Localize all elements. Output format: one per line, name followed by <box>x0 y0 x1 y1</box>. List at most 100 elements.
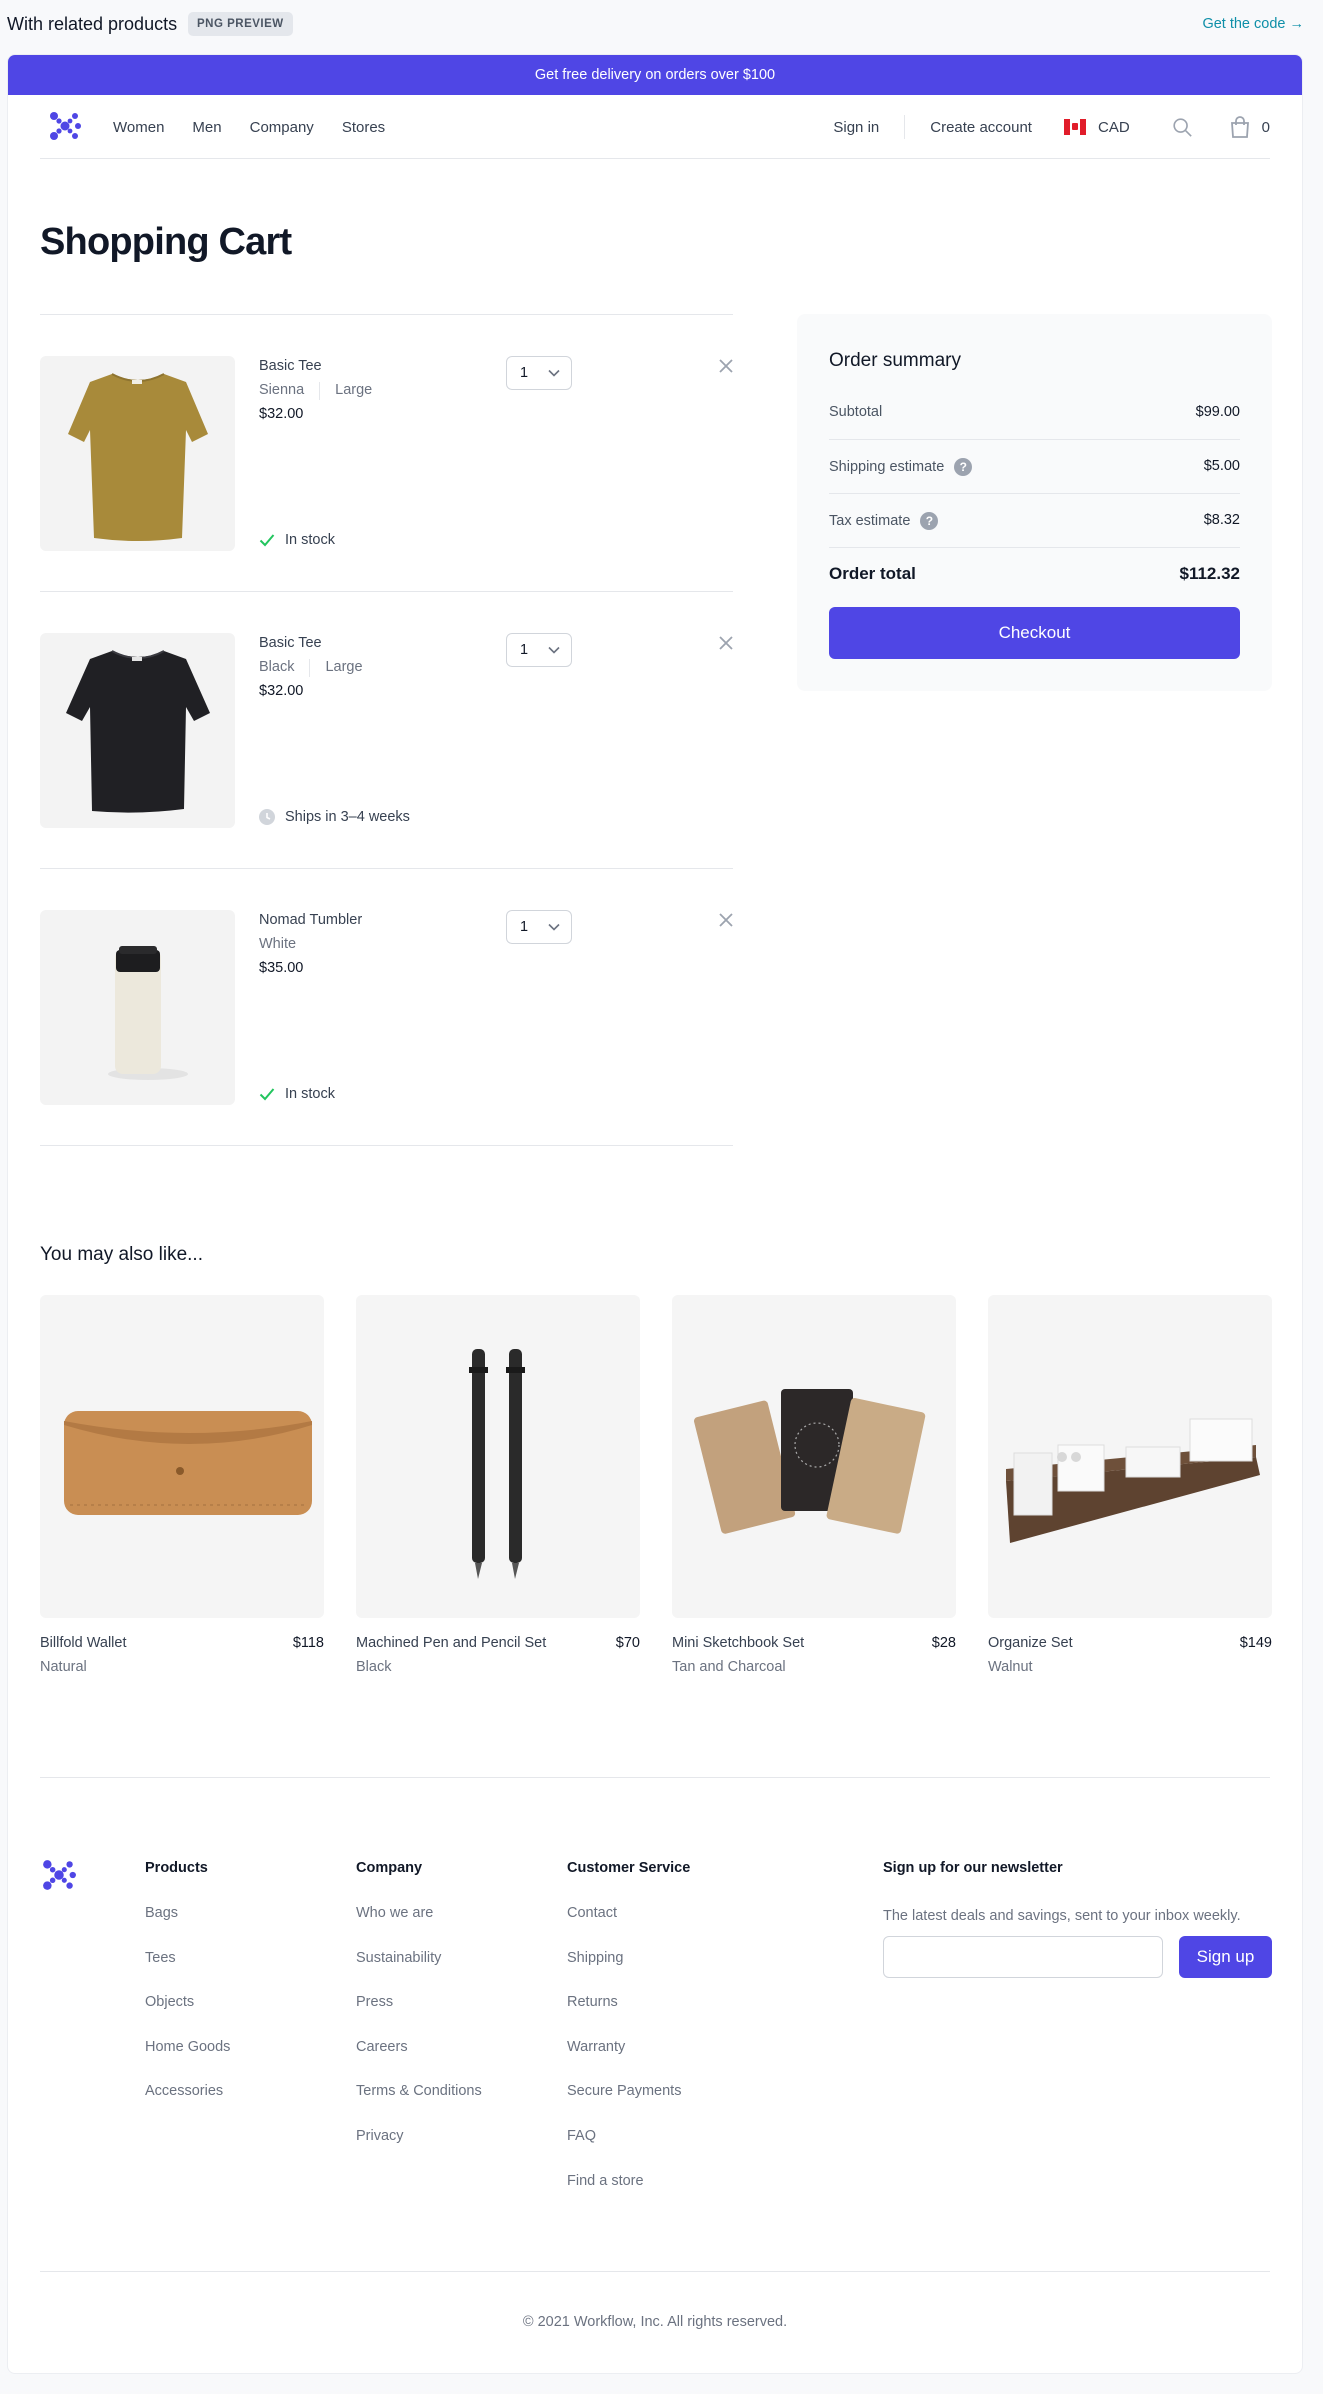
close-icon[interactable] <box>719 913 733 927</box>
footer-link[interactable]: Objects <box>145 1994 230 2039</box>
cart-item: Nomad Tumbler White $35.00 1 In stock <box>40 868 733 1145</box>
footer-link[interactable]: Accessories <box>145 2083 230 2128</box>
footer-link[interactable]: Find a store <box>567 2173 690 2218</box>
product-name[interactable]: Basic Tee <box>259 635 322 651</box>
related-product-name[interactable]: Machined Pen and Pencil Set <box>356 1635 546 1651</box>
footer-column-title: Customer Service <box>567 1860 691 1876</box>
nav-link-company[interactable]: Company <box>250 119 314 136</box>
quantity-select[interactable]: 1 <box>506 356 572 390</box>
shipping-estimate: Shipping estimate ? <box>829 458 973 476</box>
related-product-card[interactable]: Mini Sketchbook Set $28 Tan and Charcoal <box>672 1295 956 1675</box>
cart-item: Basic Tee Sienna Large $32.00 1 In stock <box>40 314 733 591</box>
nav-link-women[interactable]: Women <box>113 119 164 136</box>
store-page: Get free delivery on orders over $100 Wo… <box>7 54 1303 2374</box>
related-product-name[interactable]: Organize Set <box>988 1635 1073 1651</box>
question-mark-icon[interactable]: ? <box>920 512 939 530</box>
product-image-nomad-tumbler[interactable] <box>40 910 235 1105</box>
footer-link[interactable]: Secure Payments <box>567 2083 690 2128</box>
cart-button[interactable]: 0 <box>1230 116 1270 138</box>
quantity-value: 1 <box>520 919 529 935</box>
footer-link[interactable]: Contact <box>567 1905 690 1950</box>
footer-link[interactable]: Tees <box>145 1950 230 1995</box>
clock-icon <box>259 809 275 825</box>
product-size: Large <box>325 659 363 675</box>
nav-divider <box>904 115 906 139</box>
product-name[interactable]: Nomad Tumbler <box>259 912 362 928</box>
footer-link[interactable]: Privacy <box>356 2128 482 2173</box>
sign-up-button[interactable]: Sign up <box>1179 1936 1272 1978</box>
footer-link[interactable]: Terms & Conditions <box>356 2083 482 2128</box>
product-image-billfold-wallet[interactable] <box>40 1295 324 1618</box>
footer-link[interactable]: Who we are <box>356 1905 482 1950</box>
workflow-logo-icon[interactable] <box>41 1857 77 1893</box>
footer-link[interactable]: Shipping <box>567 1950 690 1995</box>
product-size: Large <box>335 382 373 398</box>
close-icon[interactable] <box>719 636 733 650</box>
tax-estimate: Tax estimate ? <box>829 512 939 530</box>
subtotal-label: Subtotal <box>829 404 883 420</box>
footer-link[interactable]: Bags <box>145 1905 230 1950</box>
nav-link-stores[interactable]: Stores <box>342 119 385 136</box>
stock-status-text: In stock <box>285 532 335 548</box>
cart-item: Basic Tee Black Large $32.00 1 Ships in … <box>40 591 733 868</box>
currency-selector[interactable]: CAD <box>1063 119 1130 136</box>
product-options: Sienna Large <box>259 382 372 400</box>
footer-link[interactable]: Press <box>356 1994 482 2039</box>
chevron-down-icon <box>548 646 560 654</box>
shopping-bag-icon <box>1230 116 1249 138</box>
related-product-card[interactable]: Billfold Wallet $118 Natural <box>40 1295 324 1675</box>
product-color: Black <box>259 659 295 675</box>
stock-status-text: In stock <box>285 1086 335 1102</box>
search-icon[interactable] <box>1171 116 1193 138</box>
footer-link[interactable]: Returns <box>567 1994 690 2039</box>
promo-banner: Get free delivery on orders over $100 <box>8 55 1302 95</box>
order-total-value: $112.32 <box>1179 564 1240 583</box>
footer-link[interactable]: Warranty <box>567 2039 690 2084</box>
footer-link[interactable]: Careers <box>356 2039 482 2084</box>
footer-link[interactable]: Sustainability <box>356 1950 482 1995</box>
checkout-button[interactable]: Checkout <box>829 607 1240 659</box>
cart-count: 0 <box>1261 118 1270 136</box>
related-product-name[interactable]: Billfold Wallet <box>40 1635 127 1651</box>
product-image-pen-pencil-set[interactable] <box>356 1295 640 1618</box>
newsletter-description: The latest deals and savings, sent to yo… <box>883 1908 1241 1924</box>
product-image-organize-set[interactable] <box>988 1295 1272 1618</box>
close-icon[interactable] <box>719 359 733 373</box>
subtotal-value: $99.00 <box>1195 404 1240 420</box>
product-name[interactable]: Basic Tee <box>259 358 322 374</box>
footer-link[interactable]: Home Goods <box>145 2039 230 2084</box>
sign-in-link[interactable]: Sign in <box>833 119 879 136</box>
order-total-label: Order total <box>829 564 916 583</box>
newsletter-signup: Sign up for our newsletter The latest de… <box>883 1860 1273 1978</box>
order-summary: Order summary Subtotal $99.00 Shipping e… <box>797 314 1272 691</box>
product-image-sienna-tee[interactable] <box>40 356 235 551</box>
footer-service-column: Customer Service Contact Shipping Return… <box>567 1860 690 2217</box>
chevron-down-icon <box>548 923 560 931</box>
chevron-down-icon <box>548 369 560 377</box>
related-product-name[interactable]: Mini Sketchbook Set <box>672 1635 804 1651</box>
get-the-code-link[interactable]: Get the code → <box>1202 16 1304 32</box>
tax-row: Tax estimate ? $8.32 <box>829 494 1240 548</box>
cart-items-divider <box>40 1145 733 1146</box>
related-product-card[interactable]: Machined Pen and Pencil Set $70 Black <box>356 1295 640 1675</box>
product-image-black-tee[interactable] <box>40 633 235 828</box>
related-product-color: Black <box>356 1659 392 1675</box>
workflow-logo-icon[interactable] <box>48 109 82 143</box>
related-product-card[interactable]: Organize Set $149 Walnut <box>988 1295 1272 1675</box>
shipping-value: $5.00 <box>1203 458 1240 474</box>
question-mark-icon[interactable]: ? <box>954 458 973 476</box>
related-product-price: $149 <box>1239 1635 1272 1651</box>
create-account-link[interactable]: Create account <box>930 119 1032 136</box>
footer-column-title: Company <box>356 1860 423 1876</box>
newsletter-email-input[interactable] <box>883 1936 1163 1978</box>
preview-header: With related products PNG PREVIEW Get th… <box>0 0 1323 50</box>
quantity-select[interactable]: 1 <box>506 910 572 944</box>
footer-link[interactable]: FAQ <box>567 2128 690 2173</box>
product-color: Sienna <box>259 382 305 398</box>
product-image-sketchbook-set[interactable] <box>672 1295 956 1618</box>
order-summary-title: Order summary <box>829 350 961 371</box>
canada-flag-icon <box>1063 119 1086 135</box>
quantity-select[interactable]: 1 <box>506 633 572 667</box>
nav-link-men[interactable]: Men <box>192 119 221 136</box>
main-nav: Women Men Company Stores Sign in Create … <box>40 95 1270 159</box>
